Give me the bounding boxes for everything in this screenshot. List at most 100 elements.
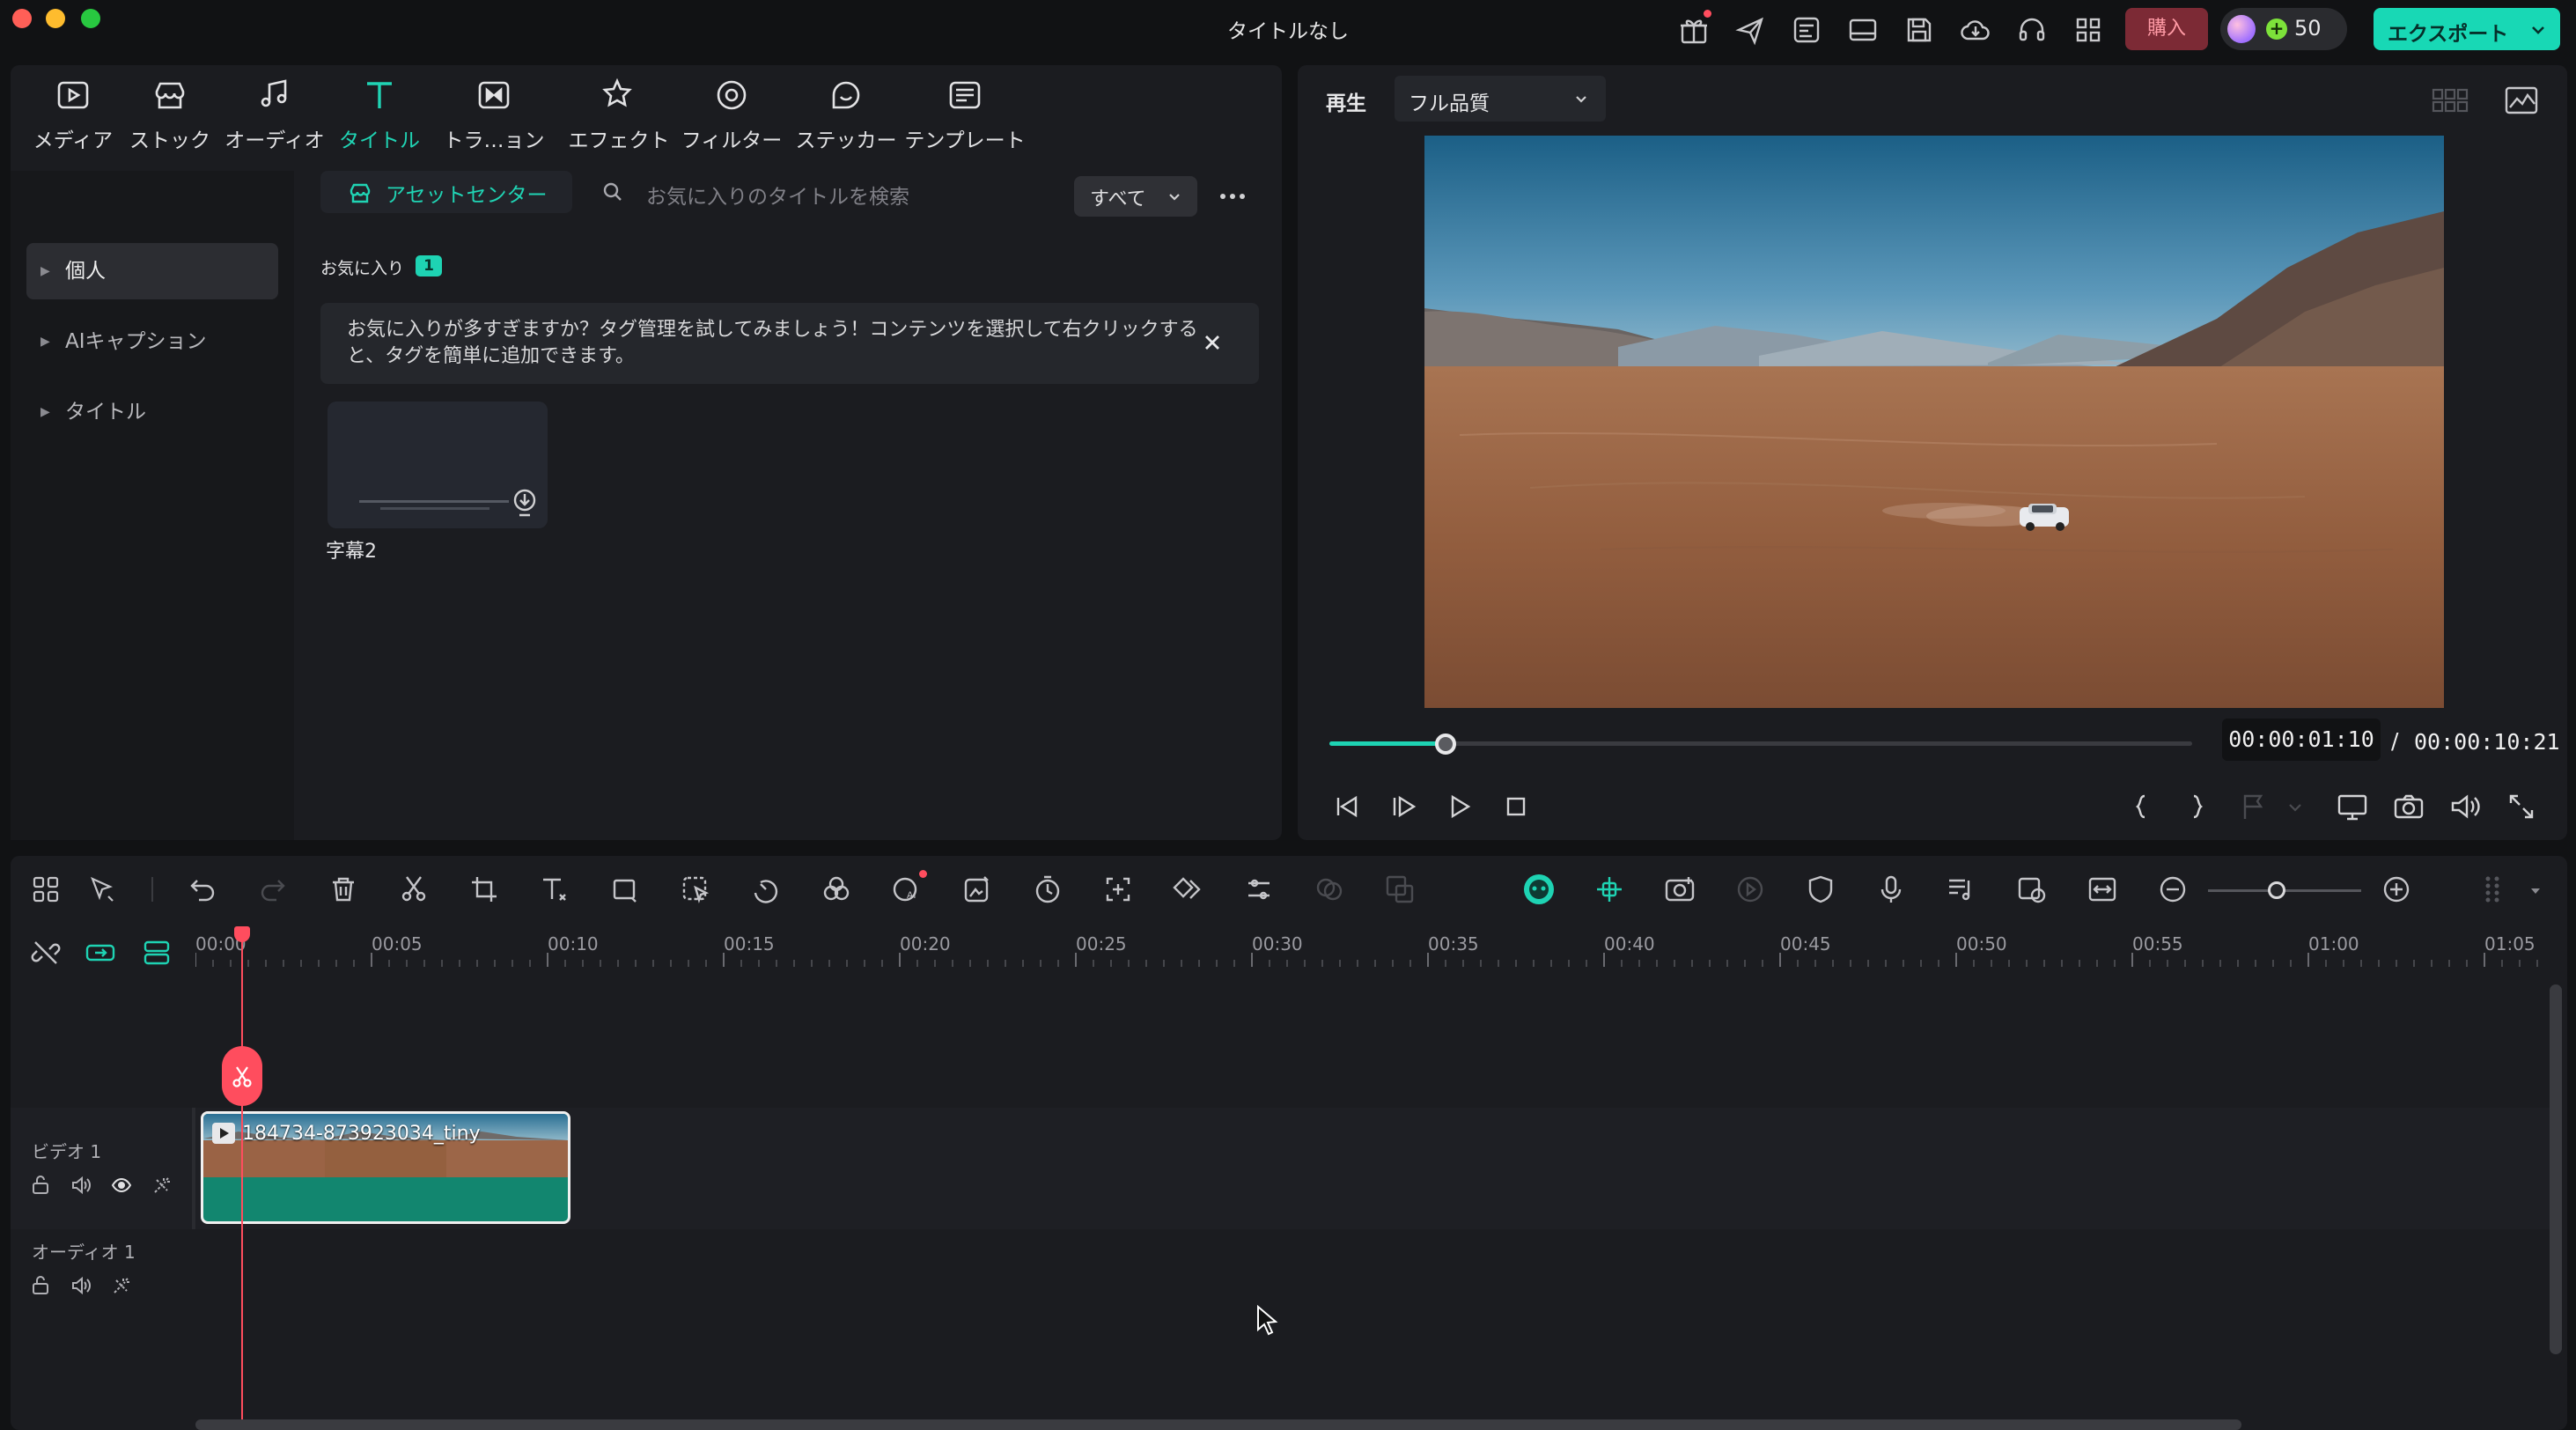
avatar[interactable] xyxy=(2227,15,2256,43)
marker-dropdown[interactable] xyxy=(2287,800,2303,815)
stop-button[interactable] xyxy=(1498,789,1534,824)
send-icon[interactable] xyxy=(1734,14,1766,46)
keyframe-button[interactable] xyxy=(1171,872,1206,907)
tab-sticker[interactable]: ステッカー xyxy=(789,76,903,173)
more-options-button[interactable] xyxy=(1217,183,1248,210)
select-tool-button[interactable] xyxy=(85,872,120,907)
link-tracks-button[interactable] xyxy=(85,937,116,969)
track-ai-button[interactable] xyxy=(111,1275,132,1296)
auto-highlight-button[interactable] xyxy=(1733,872,1768,907)
crop-button[interactable] xyxy=(467,872,502,907)
tab-template[interactable]: テンプレート xyxy=(894,76,1035,173)
ai-edit-button[interactable] xyxy=(960,872,995,907)
playhead-line[interactable] xyxy=(241,933,243,1430)
export-button[interactable]: エクスポート xyxy=(2374,8,2560,50)
headset-icon[interactable] xyxy=(2016,14,2048,46)
split-button[interactable] xyxy=(396,872,431,907)
cloud-icon[interactable] xyxy=(1960,14,1991,46)
tab-title[interactable]: タイトル xyxy=(331,76,428,173)
shield-button[interactable] xyxy=(1803,872,1838,907)
lock-track-button[interactable] xyxy=(30,1275,51,1296)
delete-button[interactable] xyxy=(326,872,361,907)
title-search-input[interactable]: お気に入りのタイトルを検索 xyxy=(588,171,1081,213)
video-clip[interactable]: 184734-873923034_tiny xyxy=(201,1111,570,1224)
close-notice-button[interactable] xyxy=(1201,331,1224,354)
playback-progress-track[interactable] xyxy=(1329,741,2192,746)
title-thumbnail[interactable] xyxy=(328,402,548,528)
snapshot-button[interactable] xyxy=(2391,789,2426,824)
ai-assistant-button[interactable] xyxy=(1521,872,1557,907)
stabilize-button[interactable] xyxy=(1312,872,1347,907)
zoom-out-button[interactable] xyxy=(2155,872,2190,907)
translate-button[interactable] xyxy=(1382,872,1417,907)
sidebar-item-titles[interactable]: ▶ タイトル xyxy=(26,384,278,440)
add-track-button[interactable] xyxy=(141,937,173,969)
track-layout-button[interactable] xyxy=(2476,872,2511,907)
next-frame-button[interactable] xyxy=(1386,789,1421,824)
video-preview[interactable] xyxy=(1424,136,2444,708)
timeline-vertical-scrollbar[interactable] xyxy=(2550,984,2562,1354)
fullscreen-button[interactable] xyxy=(2504,789,2539,824)
mute-track-button[interactable] xyxy=(70,1275,92,1296)
display-button[interactable] xyxy=(2335,789,2370,824)
template-icon[interactable] xyxy=(1791,14,1822,46)
quality-dropdown[interactable]: フル品質 xyxy=(1395,76,1606,122)
scene-icon xyxy=(2018,877,2046,903)
tab-transition[interactable]: トラ…ョン xyxy=(437,76,551,173)
tab-effect-label: エフェクト xyxy=(568,129,670,152)
fit-timeline-button[interactable] xyxy=(2085,872,2120,907)
adjust-button[interactable] xyxy=(1241,872,1277,907)
redo-button[interactable] xyxy=(255,872,291,907)
mask-button[interactable] xyxy=(678,872,713,907)
tab-media[interactable]: メディア xyxy=(25,76,121,173)
record-button[interactable] xyxy=(1662,872,1697,907)
sidebar-item-ai-caption[interactable]: ▶ AIキャプション xyxy=(26,313,278,370)
layout-icon[interactable] xyxy=(1847,14,1879,46)
previous-frame-button[interactable] xyxy=(1329,789,1365,824)
undo-button[interactable] xyxy=(185,872,220,907)
speed-button[interactable] xyxy=(748,872,784,907)
tab-filter[interactable]: フィルター xyxy=(674,76,789,173)
current-time[interactable]: 00:00:01:10 xyxy=(2222,719,2381,761)
scene-detect-button[interactable] xyxy=(2014,872,2050,907)
track-ai-button[interactable] xyxy=(151,1175,173,1196)
lock-track-button[interactable] xyxy=(30,1175,51,1196)
audio-sync-button[interactable] xyxy=(1944,872,1979,907)
playhead-handle[interactable] xyxy=(234,926,250,942)
unlink-button[interactable] xyxy=(30,937,62,969)
filter-dropdown[interactable]: すべて xyxy=(1074,176,1197,217)
asset-center-button[interactable]: アセットセンター xyxy=(320,171,572,213)
ai-tools-button[interactable]: AI xyxy=(889,872,924,907)
snap-button[interactable] xyxy=(1592,872,1627,907)
toggle-visibility-button[interactable] xyxy=(111,1175,132,1196)
color-button[interactable] xyxy=(819,872,854,907)
tab-stock[interactable]: ストック xyxy=(121,76,218,173)
voiceover-button[interactable] xyxy=(1873,872,1909,907)
grid-view-button[interactable] xyxy=(2432,86,2469,114)
mark-in-button[interactable] xyxy=(2123,789,2159,824)
sidebar-item-personal[interactable]: ▶ 個人 xyxy=(26,243,278,299)
duration-button[interactable] xyxy=(1030,872,1065,907)
mark-out-button[interactable] xyxy=(2180,789,2215,824)
track-layout-dropdown[interactable] xyxy=(2528,884,2543,898)
gift-icon[interactable] xyxy=(1678,14,1710,46)
split-at-playhead-button[interactable] xyxy=(222,1046,262,1106)
text-tool-button[interactable] xyxy=(537,872,572,907)
auto-reframe-button[interactable] xyxy=(1100,872,1136,907)
layout-grid-button[interactable] xyxy=(28,872,63,907)
play-button[interactable] xyxy=(1442,789,1477,824)
grid-icon[interactable] xyxy=(2072,14,2104,46)
mute-track-button[interactable] xyxy=(70,1175,92,1196)
download-button[interactable] xyxy=(512,486,537,518)
tab-audio[interactable]: オーディオ xyxy=(218,76,331,173)
save-icon[interactable] xyxy=(1903,14,1935,46)
marker-button[interactable] xyxy=(2236,789,2271,824)
shape-button[interactable] xyxy=(607,872,643,907)
buy-button[interactable]: 購入 xyxy=(2125,8,2208,50)
volume-button[interactable] xyxy=(2447,789,2483,824)
tab-effect[interactable]: エフェクト xyxy=(562,76,676,173)
credits-pill[interactable]: + 50 xyxy=(2220,8,2347,50)
scope-button[interactable] xyxy=(2504,85,2539,116)
timeline-horizontal-scrollbar[interactable] xyxy=(195,1419,2241,1430)
zoom-in-button[interactable] xyxy=(2379,872,2414,907)
